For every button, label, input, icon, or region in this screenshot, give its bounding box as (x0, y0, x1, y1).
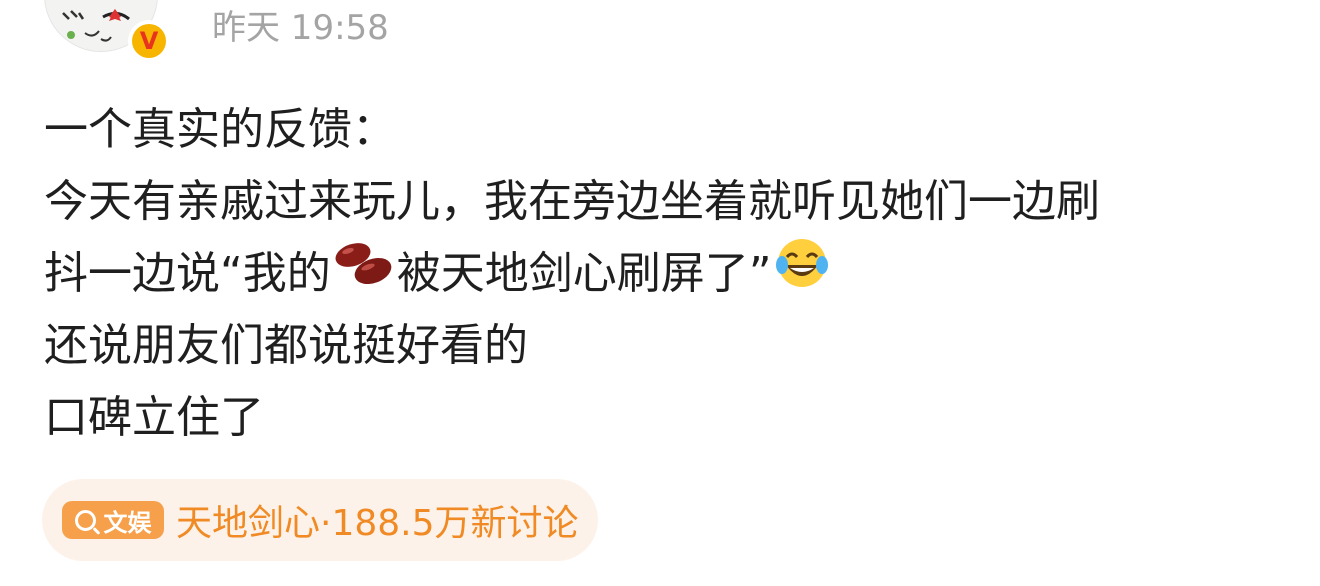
post-line: 还说朋友们都说挺好看的 (44, 320, 528, 371)
topic-tag-label: 文娱 (103, 508, 152, 537)
post-body[interactable]: 一个真实的反馈： 今天有亲戚过来玩儿，我在旁边坐着就听见她们一边刷 抖一边说“我… (44, 94, 1294, 454)
red-bean-emoji-icon (333, 237, 395, 311)
post-text-segment: 抖一边说“我的 (44, 248, 331, 299)
post-line: 抖一边说“我的 被天地剑心刷屏了” (44, 238, 1294, 310)
topic-title: 天地剑心·188.5万新讨论 (176, 503, 579, 544)
topic-chip[interactable]: 文娱 天地剑心·188.5万新讨论 (42, 479, 598, 561)
post-line: 今天有亲戚过来玩儿，我在旁边坐着就听见她们一边刷 (44, 176, 1100, 227)
search-icon (74, 509, 96, 531)
post-line: 一个真实的反馈： (44, 104, 396, 155)
post-line: 口碑立住了 (44, 392, 264, 443)
verified-badge: V (128, 20, 170, 62)
post-timestamp: 昨天 19:58 (212, 8, 389, 48)
topic-category-tag: 文娱 (62, 501, 164, 539)
post-text-segment: 被天地剑心刷屏了” (396, 248, 772, 299)
laugh-cry-emoji-icon (774, 235, 830, 313)
verified-v-icon: V (132, 24, 166, 58)
